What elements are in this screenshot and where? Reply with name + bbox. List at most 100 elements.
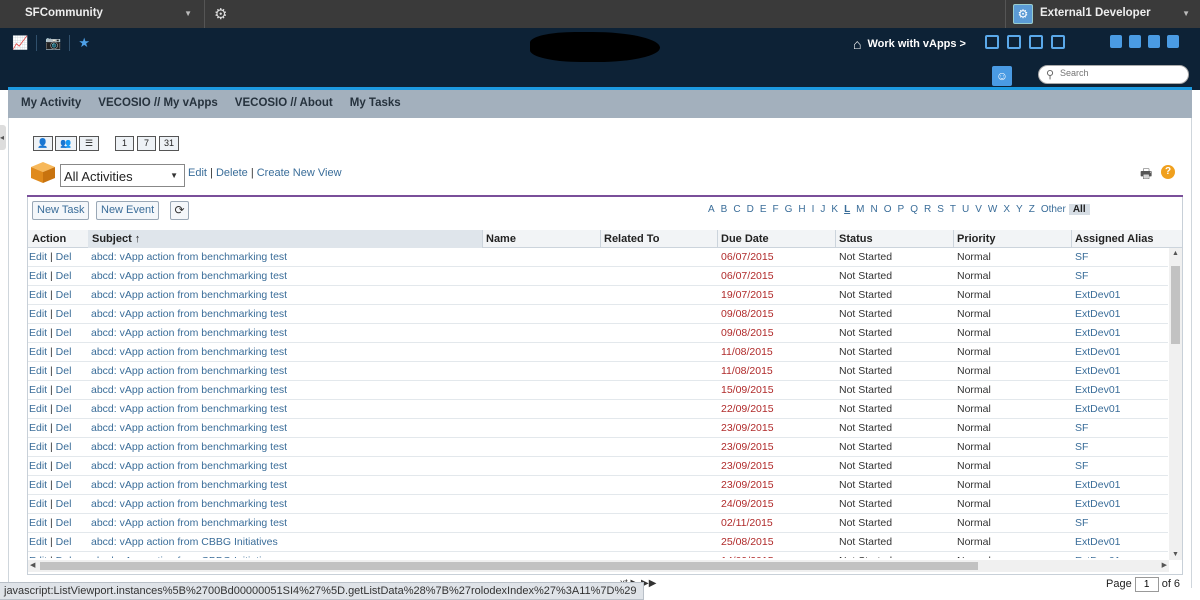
delete-link[interactable]: Del <box>56 441 72 453</box>
alpha-filter-n[interactable]: N <box>868 204 881 215</box>
tab-about[interactable]: VECOSIO // About <box>235 97 333 118</box>
edit-link[interactable]: Edit <box>29 365 47 377</box>
delete-link[interactable]: Del <box>56 251 72 263</box>
subject-link[interactable]: abcd: vApp action from CBBG Initiatives <box>91 536 278 548</box>
col-related-to[interactable]: Related To <box>604 233 659 245</box>
subject-link[interactable]: abcd: vApp action from benchmarking test <box>91 441 287 453</box>
tab-my-tasks[interactable]: My Tasks <box>350 97 401 118</box>
delete-link[interactable]: Del <box>56 327 72 339</box>
alpha-filter-p[interactable]: P <box>895 204 908 215</box>
subject-link[interactable]: abcd: vApp action from benchmarking test <box>91 460 287 472</box>
edit-link[interactable]: Edit <box>29 384 47 396</box>
column-separator[interactable] <box>482 230 483 248</box>
delete-link[interactable]: Del <box>56 384 72 396</box>
subject-link[interactable]: abcd: vApp action from benchmarking test <box>91 422 287 434</box>
alpha-filter-i[interactable]: I <box>809 204 818 215</box>
tab-my-vapps[interactable]: VECOSIO // My vApps <box>98 97 218 118</box>
wrench-icon[interactable] <box>1129 35 1141 48</box>
tab-my-activity[interactable]: My Activity <box>21 97 81 118</box>
scroll-down-icon[interactable]: ▼ <box>1172 551 1179 558</box>
alpha-filter-z[interactable]: Z <box>1026 204 1038 215</box>
edit-link[interactable]: Edit <box>29 251 47 263</box>
col-name[interactable]: Name <box>486 233 516 245</box>
alpha-filter-l[interactable]: L <box>841 204 853 215</box>
single-user-view-icon[interactable]: 👤 <box>33 136 53 151</box>
new-task-button[interactable]: New Task <box>32 201 90 220</box>
delete-link[interactable]: Del <box>56 270 72 282</box>
col-assigned-alias[interactable]: Assigned Alias <box>1075 233 1153 245</box>
help-icon[interactable]: ? <box>1161 165 1175 179</box>
col-priority[interactable]: Priority <box>957 233 996 245</box>
column-separator[interactable] <box>835 230 836 248</box>
alpha-filter-c[interactable]: C <box>730 204 743 215</box>
scroll-up-icon[interactable]: ▲ <box>1172 250 1179 257</box>
camera-icon[interactable]: 📷 <box>45 35 61 51</box>
alpha-filter-s[interactable]: S <box>934 204 947 215</box>
edit-link[interactable]: Edit <box>29 346 47 358</box>
edit-link[interactable]: Edit <box>29 327 47 339</box>
settings-icon[interactable] <box>1167 35 1179 48</box>
alpha-filter-f[interactable]: F <box>769 204 781 215</box>
alpha-filter-j[interactable]: J <box>817 204 828 215</box>
delete-link[interactable]: Del <box>56 289 72 301</box>
assigned-alias-link[interactable]: ExtDev01 <box>1075 498 1121 510</box>
scroll-left-icon[interactable]: ◀ <box>30 561 35 569</box>
assigned-alias-link[interactable]: ExtDev01 <box>1075 384 1121 396</box>
assigned-alias-link[interactable]: ExtDev01 <box>1075 536 1121 548</box>
gear-icon[interactable]: ⚙ <box>214 5 227 23</box>
search-input[interactable] <box>1060 68 1180 78</box>
alpha-filter-m[interactable]: M <box>853 204 867 215</box>
assigned-alias-link[interactable]: SF <box>1075 251 1088 263</box>
day-view-button[interactable]: 1 <box>115 136 134 151</box>
print-icon[interactable]: 🖶 <box>1140 165 1152 187</box>
edit-link[interactable]: Edit <box>29 289 47 301</box>
column-separator[interactable] <box>717 230 718 248</box>
vapps-nav[interactable]: ⌂ Work with vApps > <box>853 36 966 52</box>
assigned-alias-link[interactable]: SF <box>1075 441 1088 453</box>
view-select[interactable]: All Activities ▼ <box>60 164 185 187</box>
assigned-alias-link[interactable]: SF <box>1075 422 1088 434</box>
delete-link[interactable]: Del <box>56 498 72 510</box>
user-menu[interactable]: ⚙ External1 Developer ▼ <box>1005 0 1200 28</box>
subject-link[interactable]: abcd: vApp action from benchmarking test <box>91 384 287 396</box>
edit-view-link[interactable]: Edit <box>188 167 207 179</box>
sidebar-toggle[interactable]: ◂ <box>0 125 6 150</box>
alpha-filter-v[interactable]: V <box>972 204 985 215</box>
dashboard-icon[interactable] <box>985 35 999 49</box>
alpha-filter-y[interactable]: Y <box>1013 204 1026 215</box>
assigned-alias-link[interactable]: SF <box>1075 517 1088 529</box>
create-view-link[interactable]: Create New View <box>257 167 342 179</box>
alpha-filter-x[interactable]: X <box>1000 204 1013 215</box>
scroll-thumb[interactable] <box>1171 266 1180 344</box>
binoculars-icon[interactable] <box>1110 35 1122 48</box>
page-number-input[interactable] <box>1134 577 1159 592</box>
alpha-filter-e[interactable]: E <box>757 204 770 215</box>
star-icon[interactable]: ★ <box>78 35 90 51</box>
horizontal-scrollbar[interactable]: ◀ ▶ <box>28 560 1169 572</box>
alpha-filter-k[interactable]: K <box>828 204 841 215</box>
edit-link[interactable]: Edit <box>29 498 47 510</box>
assigned-alias-link[interactable]: ExtDev01 <box>1075 289 1121 301</box>
assigned-alias-link[interactable]: ExtDev01 <box>1075 479 1121 491</box>
assigned-alias-link[interactable]: ExtDev01 <box>1075 403 1121 415</box>
subject-link[interactable]: abcd: vApp action from benchmarking test <box>91 365 287 377</box>
subject-link[interactable]: abcd: vApp action from benchmarking test <box>91 289 287 301</box>
alpha-filter-u[interactable]: U <box>959 204 972 215</box>
alpha-filter-d[interactable]: D <box>744 204 757 215</box>
delete-link[interactable]: Del <box>56 517 72 529</box>
home-icon[interactable]: ⌂ <box>853 36 861 52</box>
scroll-right-icon[interactable]: ▶ <box>1162 561 1167 569</box>
alpha-filter-r[interactable]: R <box>921 204 934 215</box>
subject-link[interactable]: abcd: vApp action from benchmarking test <box>91 251 287 263</box>
alpha-filter-o[interactable]: O <box>881 204 895 215</box>
vapps-nav-label[interactable]: Work with vApps > <box>867 38 966 50</box>
community-selector[interactable]: SFCommunity ▼ <box>0 0 205 28</box>
cube-icon[interactable] <box>1029 35 1043 49</box>
delete-link[interactable]: Del <box>56 365 72 377</box>
scroll-thumb[interactable] <box>40 562 978 570</box>
cube-add-icon[interactable] <box>1051 35 1065 49</box>
alpha-filter-a[interactable]: A <box>705 204 718 215</box>
alpha-filter-w[interactable]: W <box>985 204 1000 215</box>
search-box[interactable]: ⚲ <box>1038 65 1189 84</box>
assigned-alias-link[interactable]: SF <box>1075 270 1088 282</box>
